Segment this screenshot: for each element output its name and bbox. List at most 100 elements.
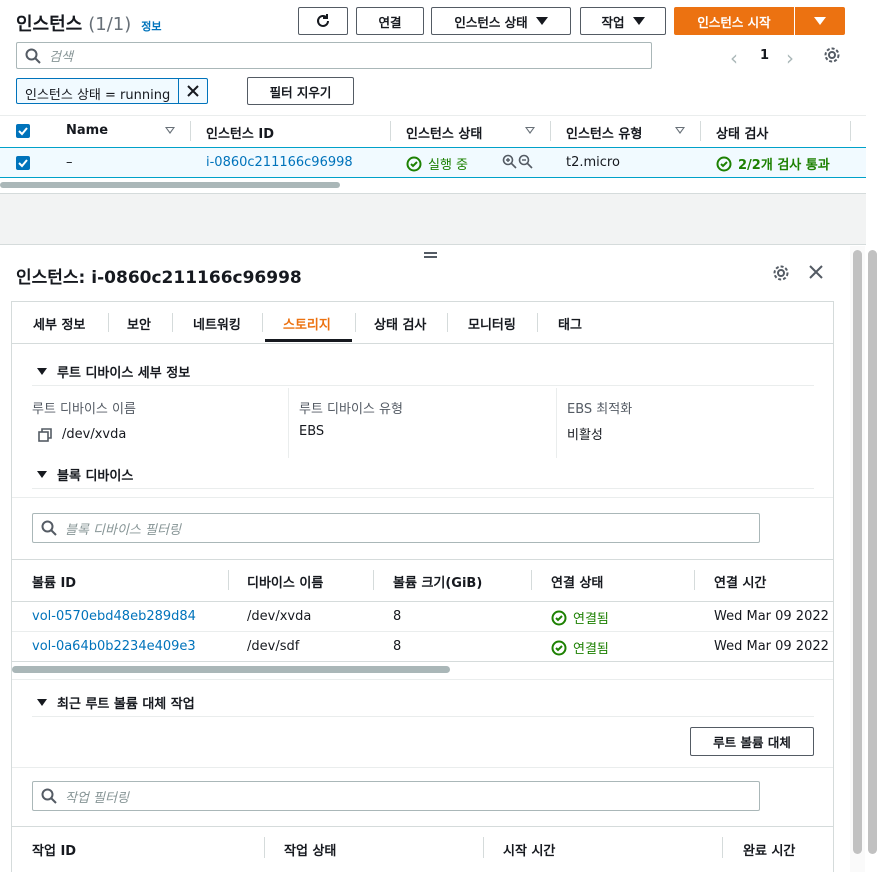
attach-status: 연결됨 xyxy=(551,608,609,627)
instance-count: (1/1) xyxy=(88,14,132,35)
task-col-complete-time[interactable]: 완료 시간 xyxy=(743,840,795,859)
ebs-optimized-value: 비활성 xyxy=(567,428,603,443)
pagination-page[interactable]: 1 xyxy=(760,48,769,63)
block-devices-section-toggle[interactable]: 블록 디바이스 xyxy=(37,465,133,484)
table-horizontal-scrollbar[interactable] xyxy=(0,182,340,188)
block-col-volume-size[interactable]: 볼륨 크기(GiB) xyxy=(393,572,482,591)
select-all-checkbox[interactable] xyxy=(16,124,30,138)
pagination-next-icon[interactable]: › xyxy=(786,46,794,70)
chevron-down-icon xyxy=(632,17,645,25)
task-col-start-time[interactable]: 시작 시간 xyxy=(503,840,555,859)
filter-token-label: 인스턴스 상태 = running xyxy=(25,88,171,103)
search-icon xyxy=(25,48,41,64)
root-device-name-value: /dev/xvda xyxy=(38,427,126,442)
volume-id-link[interactable]: vol-0a64b0b2234e409e3 xyxy=(32,639,196,654)
block-col-attach-status[interactable]: 연결 상태 xyxy=(551,572,603,591)
attach-time: Wed Mar 09 2022 1 xyxy=(714,609,833,624)
block-table-horizontal-scrollbar[interactable] xyxy=(12,666,450,673)
block-col-volume-id[interactable]: 볼륨 ID xyxy=(32,572,76,591)
ebs-optimized-label: EBS 최적화 xyxy=(567,402,633,417)
preferences-gear-icon[interactable] xyxy=(823,46,841,68)
check-circle-icon xyxy=(406,156,422,171)
tab-monitoring[interactable]: 모니터링 xyxy=(468,314,516,333)
device-name: /dev/xvda xyxy=(247,609,312,624)
clear-filters-button[interactable]: 필터 지우기 xyxy=(247,77,354,105)
col-header-type[interactable]: 인스턴스 유형 xyxy=(566,123,642,142)
block-col-attach-time[interactable]: 연결 시간 xyxy=(714,572,766,591)
copy-icon[interactable] xyxy=(38,427,52,442)
replace-root-volume-button[interactable]: 루트 볼륨 대체 xyxy=(690,727,814,756)
search-placeholder: 검색 xyxy=(49,50,73,65)
device-name: /dev/sdf xyxy=(247,639,300,654)
task-col-task-id[interactable]: 작업 ID xyxy=(32,840,76,859)
info-link[interactable]: 정보 xyxy=(141,18,161,34)
caret-down-icon xyxy=(37,471,47,478)
launch-instance-dropdown[interactable] xyxy=(795,7,845,35)
col-header-instance-id[interactable]: 인스턴스 ID xyxy=(206,123,274,142)
attach-time: Wed Mar 09 2022 1 xyxy=(714,639,833,654)
sort-caret-icon[interactable] xyxy=(165,127,175,134)
check-circle-icon xyxy=(716,156,732,171)
row-instance-id-link[interactable]: i-0860c211166c96998 xyxy=(206,155,353,170)
check-circle-icon xyxy=(551,640,567,655)
sort-caret-icon[interactable] xyxy=(525,127,535,134)
caret-down-icon xyxy=(37,699,47,706)
volume-size: 8 xyxy=(393,639,402,654)
page-scrollbar-thumb[interactable] xyxy=(868,250,877,854)
active-tab-indicator xyxy=(265,339,352,342)
root-device-type-label: 루트 디바이스 유형 xyxy=(299,402,403,417)
col-header-name[interactable]: Name xyxy=(66,123,108,138)
tab-details[interactable]: 세부 정보 xyxy=(33,314,85,333)
filter-remove-close-icon[interactable] xyxy=(178,79,207,103)
col-header-status-check[interactable]: 상태 검사 xyxy=(716,123,768,142)
col-header-state[interactable]: 인스턴스 상태 xyxy=(406,123,482,142)
split-gutter xyxy=(0,193,866,245)
actions-button[interactable]: 작업 xyxy=(580,7,666,35)
task-col-task-status[interactable]: 작업 상태 xyxy=(284,840,336,859)
table-top-divider xyxy=(0,115,866,116)
search-icon xyxy=(41,788,57,804)
search-input[interactable]: 검색 xyxy=(16,42,652,69)
volume-id-link[interactable]: vol-0570ebd48eb289d84 xyxy=(32,609,196,624)
tab-status-checks[interactable]: 상태 검사 xyxy=(374,314,426,333)
filter-token: 인스턴스 상태 = running xyxy=(16,78,209,104)
detail-title: 인스턴스: i-0860c211166c96998 xyxy=(16,268,302,288)
launch-instance-button[interactable]: 인스턴스 시작 xyxy=(674,7,794,35)
row-state: 실행 중 xyxy=(406,154,468,173)
refresh-button[interactable] xyxy=(298,7,348,35)
connect-button[interactable]: 연결 xyxy=(356,7,424,35)
page-title: 인스턴스 xyxy=(16,14,83,35)
root-device-name-label: 루트 디바이스 이름 xyxy=(32,402,136,417)
row-name: – xyxy=(66,155,73,170)
root-device-type-value: EBS xyxy=(299,424,325,439)
detail-settings-gear-icon[interactable] xyxy=(772,264,790,286)
refresh-icon xyxy=(317,14,329,27)
task-filter-input[interactable]: 작업 필터링 xyxy=(32,781,760,811)
detail-close-icon[interactable] xyxy=(808,264,824,284)
root-replace-section-toggle[interactable]: 최근 루트 볼륨 대체 작업 xyxy=(37,693,195,712)
page-title-row: 인스턴스 (1/1) 정보 xyxy=(16,10,162,36)
tab-security[interactable]: 보안 xyxy=(127,314,151,333)
chevron-down-icon xyxy=(535,17,548,25)
zoom-in-icon[interactable] xyxy=(502,154,517,173)
block-device-filter-input[interactable]: 블록 디바이스 필터링 xyxy=(32,513,760,543)
check-circle-icon xyxy=(551,610,567,625)
row-instance-type: t2.micro xyxy=(566,155,620,170)
instance-state-button[interactable]: 인스턴스 상태 xyxy=(431,7,571,35)
zoom-out-icon[interactable] xyxy=(518,154,533,173)
panel-scrollbar-thumb[interactable] xyxy=(853,250,862,854)
tab-networking[interactable]: 네트워킹 xyxy=(193,314,241,333)
row-status-check: 2/2개 검사 통과 xyxy=(716,154,830,173)
sort-caret-icon[interactable] xyxy=(675,127,685,134)
split-resize-handle-icon[interactable] xyxy=(424,252,437,258)
attach-status: 연결됨 xyxy=(551,638,609,657)
root-device-section-toggle[interactable]: 루트 디바이스 세부 정보 xyxy=(37,362,190,381)
block-col-device-name[interactable]: 디바이스 이름 xyxy=(247,572,323,591)
row-checkbox[interactable] xyxy=(16,156,30,170)
caret-down-icon xyxy=(37,368,47,375)
tab-tags[interactable]: 태그 xyxy=(558,314,582,333)
chevron-down-icon xyxy=(814,17,826,25)
tab-storage[interactable]: 스토리지 xyxy=(283,314,331,333)
pagination-prev-icon[interactable]: ‹ xyxy=(730,46,738,70)
search-icon xyxy=(41,520,57,536)
